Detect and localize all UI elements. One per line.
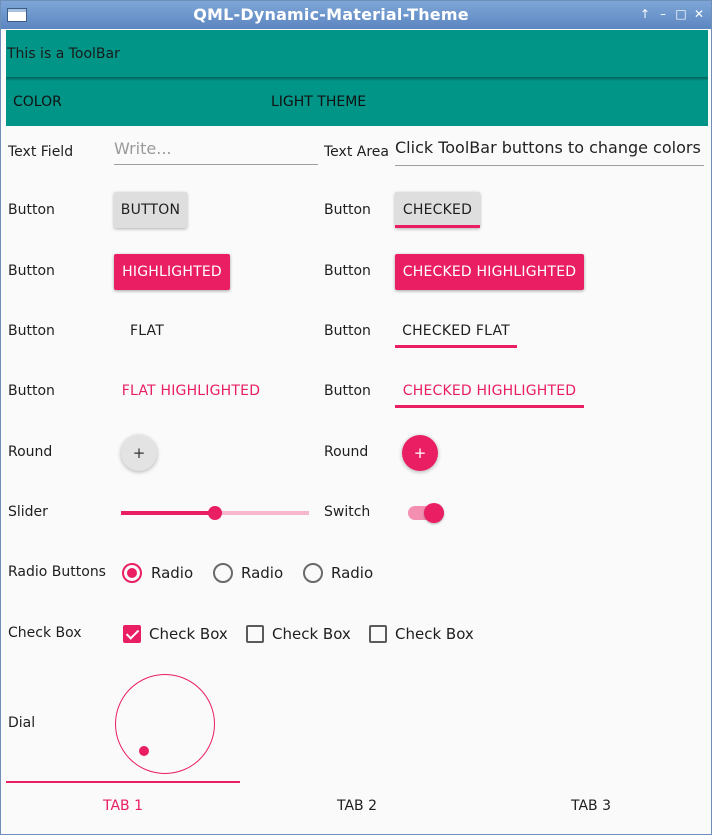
switch-toggle[interactable] (408, 503, 444, 523)
text-field-input[interactable]: Write... (114, 139, 318, 165)
radio-button[interactable] (303, 563, 323, 583)
check-box-text: Check Box (149, 625, 228, 643)
radio-button[interactable] (213, 563, 233, 583)
dial-label: Dial (8, 715, 36, 731)
title-bar[interactable]: QML-Dynamic-Material-Theme ↑ – □ ✕ (1, 1, 711, 29)
round-label: Round (8, 444, 53, 460)
tab-bar: TAB 1 TAB 2 TAB 3 (6, 781, 708, 831)
check-box[interactable] (246, 625, 264, 643)
checked-indicator (395, 345, 517, 348)
button-flat-highlighted[interactable]: FLAT HIGHLIGHTED (114, 373, 268, 409)
switch-label: Switch (324, 504, 371, 520)
text-area-label: Text Area (324, 144, 389, 160)
radio-button[interactable] (122, 563, 142, 583)
toolbar-buttons: COLOR LIGHT THEME (6, 81, 708, 126)
checked-indicator (395, 225, 480, 228)
button-label: Button (324, 263, 371, 279)
maximize-icon[interactable]: □ (673, 5, 689, 23)
radio-label: Radio (151, 564, 194, 582)
button-label: Button (8, 323, 55, 339)
slider-handle[interactable] (208, 506, 222, 520)
round-button[interactable]: + (121, 435, 157, 471)
radio-label: Radio (241, 564, 284, 582)
dial-handle[interactable] (139, 746, 149, 756)
radio-label: Radio (331, 564, 374, 582)
slider-fill (121, 511, 215, 515)
button-default[interactable]: BUTTON (114, 192, 187, 228)
button-checked[interactable]: CHECKED (395, 192, 480, 228)
check-box[interactable] (369, 625, 387, 643)
button-label: Button (324, 323, 371, 339)
button-checked-flat[interactable]: CHECKED FLAT (395, 313, 517, 349)
checked-indicator (395, 405, 584, 408)
tab-2[interactable]: TAB 2 (240, 783, 474, 831)
button-highlighted[interactable]: HIGHLIGHTED (114, 254, 230, 290)
button-checked-flat-highlighted[interactable]: CHECKED HIGHLIGHTED (395, 373, 584, 409)
color-button[interactable]: COLOR (13, 94, 62, 110)
app-window: QML-Dynamic-Material-Theme ↑ – □ ✕ This … (0, 0, 712, 835)
round-label: Round (324, 444, 369, 460)
radio-buttons-label: Radio Buttons (8, 564, 106, 580)
button-label: Button (324, 383, 371, 399)
text-area-input[interactable]: Click ToolBar buttons to change colors (395, 138, 704, 166)
button-label: Button (324, 202, 371, 218)
window-title: QML-Dynamic-Material-Theme (193, 5, 469, 24)
button-label: Button (8, 263, 55, 279)
check-box[interactable] (123, 625, 141, 643)
keep-above-icon[interactable]: ↑ (637, 5, 653, 23)
tab-1[interactable]: TAB 1 (6, 783, 240, 831)
slider[interactable] (121, 506, 309, 520)
toolbar: This is a ToolBar (6, 30, 708, 77)
button-label: Button (8, 383, 55, 399)
button-label: Button (8, 202, 55, 218)
check-box-text: Check Box (395, 625, 474, 643)
switch-knob (424, 503, 444, 523)
tab-3[interactable]: TAB 3 (474, 783, 708, 831)
text-field-label: Text Field (8, 144, 74, 160)
check-box-label: Check Box (8, 625, 82, 641)
button-checked-highlighted[interactable]: CHECKED HIGHLIGHTED (395, 254, 584, 290)
round-button-highlighted[interactable]: + (402, 435, 438, 471)
theme-button[interactable]: LIGHT THEME (271, 94, 366, 110)
toolbar-label: This is a ToolBar (7, 46, 120, 62)
minimize-icon[interactable]: – (655, 5, 671, 23)
dial[interactable] (115, 674, 215, 774)
check-box-text: Check Box (272, 625, 351, 643)
close-icon[interactable]: ✕ (691, 5, 707, 23)
slider-label: Slider (8, 504, 48, 520)
button-flat[interactable]: FLAT (114, 313, 180, 349)
